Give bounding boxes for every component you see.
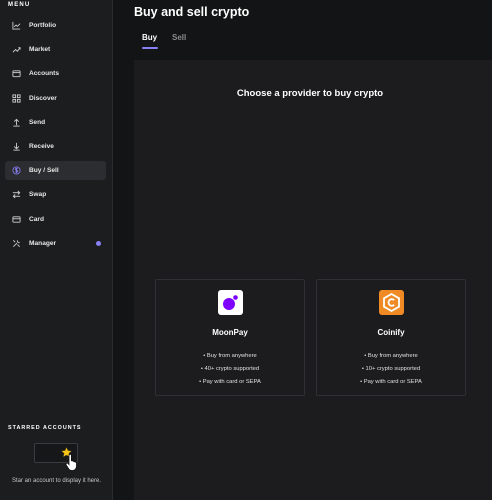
sidebar-item-accounts[interactable]: Accounts xyxy=(5,64,106,83)
provider-card-moonpay[interactable]: MoonPay Buy from anywhere 40+ crypto sup… xyxy=(155,279,305,396)
sidebar-item-discover[interactable]: Discover xyxy=(5,89,106,108)
wallet-icon xyxy=(12,69,21,78)
feature-item: Buy from anywhere xyxy=(317,350,465,363)
sidebar-item-label: Swap xyxy=(29,191,47,199)
sidebar-item-card[interactable]: Card xyxy=(5,210,106,229)
arrow-up-icon xyxy=(12,118,21,127)
provider-name: MoonPay xyxy=(212,328,248,337)
coinify-logo-icon xyxy=(379,290,404,315)
sidebar-item-label: Accounts xyxy=(29,70,60,78)
feature-item: 40+ crypto supported xyxy=(156,363,304,376)
page-title: Buy and sell crypto xyxy=(134,5,250,19)
starred-accounts-title: STARRED ACCOUNTS xyxy=(8,425,82,431)
chart-line-icon xyxy=(12,21,21,30)
sidebar-item-buy-sell[interactable]: Buy / Sell xyxy=(5,161,106,181)
grid-icon xyxy=(12,94,21,103)
panel-heading: Choose a provider to buy crypto xyxy=(236,88,384,99)
sidebar-item-label: Manager xyxy=(29,239,57,247)
feature-item: Pay with card or SEPA xyxy=(156,376,304,389)
sidebar-item-receive[interactable]: Receive xyxy=(5,137,106,156)
moonpay-logo-icon xyxy=(218,290,243,315)
sidebar-item-label: Send xyxy=(29,118,46,126)
provider-features: Buy from anywhere 10+ crypto supported P… xyxy=(317,350,465,389)
trend-icon xyxy=(12,45,21,54)
pointer-hand-icon xyxy=(65,453,77,471)
tab-bar: Buy Sell xyxy=(134,30,492,54)
sidebar-item-market[interactable]: Market xyxy=(5,40,106,59)
feature-item: Buy from anywhere xyxy=(156,350,304,363)
starred-hint-text: Star an account to display it here. xyxy=(11,478,102,484)
notification-dot xyxy=(96,240,101,246)
sidebar-item-manager[interactable]: Manager xyxy=(5,234,106,253)
provider-name: Coinify xyxy=(377,328,405,337)
arrow-down-icon xyxy=(12,142,21,151)
sidebar-item-label: Market xyxy=(29,46,51,54)
sidebar-item-send[interactable]: Send xyxy=(5,113,106,132)
sidebar: MENU Portfolio Market Accounts Discover xyxy=(0,0,113,500)
menu-title: MENU xyxy=(8,2,31,8)
feature-item: 10+ crypto supported xyxy=(317,363,465,376)
sidebar-nav: Portfolio Market Accounts Discover Send xyxy=(5,16,106,258)
provider-card-coinify[interactable]: Coinify Buy from anywhere 10+ crypto sup… xyxy=(316,279,466,396)
feature-item: Pay with card or SEPA xyxy=(317,376,465,389)
tools-icon xyxy=(12,239,21,248)
sidebar-item-label: Discover xyxy=(29,94,57,102)
sidebar-item-label: Card xyxy=(29,215,45,223)
dollar-circle-icon xyxy=(12,166,21,175)
sidebar-item-label: Portfolio xyxy=(29,22,57,29)
provider-panel: Choose a provider to buy crypto MoonPay … xyxy=(134,60,492,500)
card-icon xyxy=(12,215,21,224)
tab-sell[interactable]: Sell xyxy=(172,33,186,42)
sidebar-item-label: Buy / Sell xyxy=(29,167,59,175)
active-tab-indicator xyxy=(142,47,158,49)
provider-features: Buy from anywhere 40+ crypto supported P… xyxy=(156,350,304,389)
tab-buy[interactable]: Buy xyxy=(142,33,157,42)
sidebar-item-portfolio[interactable]: Portfolio xyxy=(5,16,106,35)
sidebar-item-swap[interactable]: Swap xyxy=(5,185,106,204)
sidebar-item-label: Receive xyxy=(29,142,54,150)
swap-icon xyxy=(12,190,21,199)
